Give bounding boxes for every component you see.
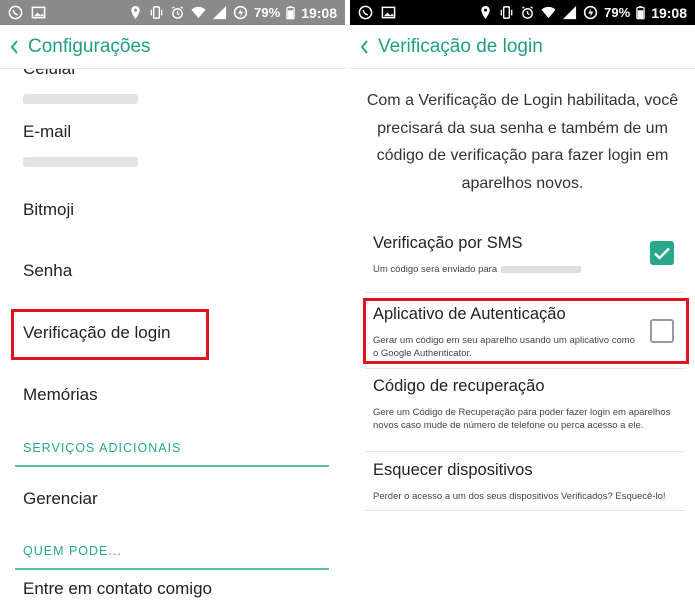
- whatsapp-icon: [358, 5, 373, 20]
- settings-item-gerenciar[interactable]: Gerenciar: [23, 489, 98, 509]
- section-header-servicos: SERVIÇOS ADICIONAIS: [23, 441, 182, 455]
- option-divider: [365, 510, 685, 511]
- whatsapp-icon: [8, 5, 23, 20]
- settings-screen: 79% 19:08 Configurações Celular E-mail B…: [0, 0, 345, 613]
- settings-item-bitmoji[interactable]: Bitmoji: [23, 200, 74, 220]
- email-value-redacted: [23, 157, 138, 167]
- phone-value-redacted: [23, 94, 138, 104]
- phone-value-redacted: [501, 265, 582, 273]
- settings-list: Celular E-mail Bitmoji Senha Verificação…: [0, 69, 345, 613]
- option-forget-title[interactable]: Esquecer dispositivos: [373, 461, 533, 480]
- wifi-icon: [191, 6, 206, 19]
- signal-icon: [563, 5, 577, 20]
- option-sms-title[interactable]: Verificação por SMS: [373, 234, 522, 253]
- status-time: 19:08: [651, 4, 687, 21]
- option-auth-app-desc: Gerar um código em seu aparelho usando u…: [373, 335, 635, 359]
- status-time: 19:08: [301, 4, 337, 21]
- option-forget-desc: Perder o acesso a um dos seus dispositiv…: [373, 491, 666, 502]
- chevron-left-icon[interactable]: [8, 38, 22, 56]
- option-divider: [365, 292, 685, 293]
- section-header-quem-pode: QUEM PODE...: [23, 544, 122, 558]
- data-saver-icon: [233, 5, 248, 20]
- battery-icon: [636, 6, 645, 20]
- app-header: Configurações: [0, 25, 345, 69]
- page-title: Verificação de login: [378, 35, 543, 57]
- vibrate-icon: [150, 6, 163, 19]
- section-divider: [15, 465, 329, 467]
- option-auth-app-title[interactable]: Aplicativo de Autenticação: [373, 305, 566, 324]
- option-sms-desc-text: Um código será enviado para: [373, 264, 498, 275]
- vibrate-icon: [500, 6, 513, 19]
- option-divider: [365, 368, 685, 369]
- auth-app-checkbox[interactable]: [650, 319, 674, 343]
- settings-item-email[interactable]: E-mail: [23, 122, 71, 142]
- settings-item-celular[interactable]: Celular: [23, 69, 77, 79]
- settings-item-contato[interactable]: Entre em contato comigo: [23, 579, 212, 599]
- chevron-left-icon[interactable]: [358, 38, 372, 56]
- status-bar: 79% 19:08: [0, 0, 345, 25]
- location-icon: [131, 5, 140, 20]
- page-title: Configurações: [28, 35, 151, 57]
- sms-checkbox[interactable]: [650, 241, 674, 265]
- location-icon: [481, 5, 490, 20]
- battery-percent: 79%: [254, 5, 281, 20]
- app-header: Verificação de login: [350, 25, 695, 69]
- alarm-icon: [172, 6, 184, 19]
- section-divider: [15, 568, 329, 570]
- battery-icon: [286, 6, 295, 20]
- check-icon: [654, 247, 670, 260]
- battery-percent: 79%: [604, 5, 631, 20]
- settings-item-memorias[interactable]: Memórias: [23, 385, 98, 405]
- alarm-icon: [522, 6, 534, 19]
- wifi-icon: [541, 6, 556, 19]
- option-sms-desc: Um código será enviado para: [373, 263, 683, 276]
- login-verification-content: Com a Verificação de Login habilitada, v…: [350, 69, 695, 613]
- login-verification-screen: 79% 19:08 Verificação de login Com a Ver…: [350, 0, 695, 613]
- signal-icon: [213, 5, 227, 20]
- image-icon: [31, 6, 46, 19]
- option-divider: [365, 451, 685, 452]
- intro-text: Com a Verificação de Login habilitada, v…: [366, 92, 679, 192]
- option-recovery-title[interactable]: Código de recuperação: [373, 377, 545, 396]
- option-recovery-desc: Gere um Código de Recuperação para poder…: [373, 407, 671, 431]
- image-icon: [381, 6, 396, 19]
- settings-item-senha[interactable]: Senha: [23, 261, 72, 281]
- data-saver-icon: [583, 5, 598, 20]
- status-bar: 79% 19:08: [350, 0, 695, 25]
- settings-item-verificacao-login[interactable]: Verificação de login: [23, 323, 170, 343]
